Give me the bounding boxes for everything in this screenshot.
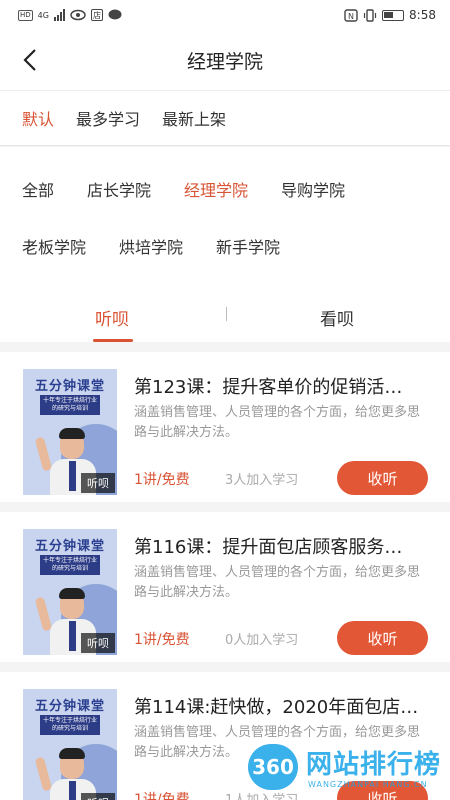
listen-button[interactable]: 收听	[337, 621, 428, 655]
status-bar: HD 4G 店 N 8:58	[0, 0, 450, 30]
site-watermark: 360 网站排行榜 WANGZHANPAI HANG.CN	[248, 740, 448, 800]
course-title: 第123课：提升客单价的促销活…	[134, 377, 403, 398]
course-cover-image: 五分钟课堂 十年专注于烘焙行业的研究与培训 听呗	[23, 689, 117, 800]
cover-tag: 听呗	[81, 793, 115, 800]
active-tab-indicator	[93, 339, 133, 342]
nfc-icon: N	[344, 8, 358, 22]
status-time: 8:58	[409, 8, 436, 22]
watermark-logo: 360	[248, 744, 298, 790]
network-label: 4G	[37, 10, 49, 20]
top-nav-bar: 经理学院	[0, 30, 450, 90]
battery-icon	[382, 9, 405, 21]
sort-tabs: 默认 最多学习 最新上架	[0, 90, 450, 146]
cover-tag: 听呗	[81, 473, 115, 493]
sort-newest[interactable]: 最新上架	[162, 106, 226, 130]
sort-default[interactable]: 默认	[22, 106, 54, 130]
course-price: 1讲/免费	[134, 632, 190, 648]
course-cover-image: 五分钟课堂 十年专注于烘焙行业的研究与培训 听呗	[23, 369, 117, 495]
category-owner[interactable]: 老板学院	[22, 234, 86, 258]
app-notification-icon: 店	[90, 9, 103, 21]
signal-icon	[53, 9, 65, 21]
svg-text:N: N	[348, 12, 354, 21]
course-title: 第116课：提升面包店顾客服务…	[134, 537, 403, 558]
category-filter: 全部 店长学院 经理学院 导购学院 老板学院 烘培学院 新手学院	[0, 147, 450, 297]
listen-button[interactable]: 收听	[337, 461, 428, 495]
message-icon	[108, 9, 122, 20]
course-price: 1讲/免费	[134, 792, 190, 800]
course-description: 涵盖销售管理、人员管理的各个方面，给您更多思路与此解决方法。	[134, 405, 421, 440]
category-all[interactable]: 全部	[22, 177, 54, 201]
page-title: 经理学院	[186, 51, 263, 73]
course-joined-count: 0人加入学习	[225, 633, 299, 648]
eye-icon	[70, 9, 86, 21]
tab-watch[interactable]: 看呗	[320, 305, 354, 330]
app-screen: HD 4G 店 N 8:58 经理学院 默认 最多学习 最新上架 全部 店长学院…	[0, 0, 450, 800]
sort-most-learned[interactable]: 最多学习	[76, 106, 140, 130]
course-card[interactable]: 五分钟课堂 十年专注于烘焙行业 的研究与培训 听呗 第116课：提升面包店顾客服务…	[0, 512, 450, 662]
course-cover-image: 五分钟课堂 十年专注于烘焙行业的研究与培训 听呗	[23, 529, 117, 655]
tab-divider	[226, 307, 227, 321]
category-beginner[interactable]: 新手学院	[216, 234, 280, 258]
course-title: 第114课:赶快做，2020年面包店…	[134, 697, 419, 718]
cover-tag: 听呗	[81, 633, 115, 653]
course-price: 1讲/免费	[134, 472, 190, 488]
hd-label: HD	[18, 9, 33, 21]
category-baking[interactable]: 烘培学院	[119, 234, 183, 258]
course-description: 涵盖销售管理、人员管理的各个方面，给您更多思路与此解决方法。	[134, 565, 421, 600]
course-joined-count: 3人加入学习	[225, 473, 299, 488]
watermark-subtext: WANGZHANPAI HANG.CN	[308, 780, 428, 789]
media-tabs: 听呗 看呗	[0, 297, 450, 342]
category-sales-guide[interactable]: 导购学院	[281, 177, 345, 201]
category-store-manager[interactable]: 店长学院	[87, 177, 151, 201]
vibrate-icon	[363, 8, 377, 22]
course-card[interactable]: 五分钟课堂 十年专注于烘焙行业 的研究与培训 听呗 第123课：提升客单价的促销活…	[0, 352, 450, 502]
tab-listen[interactable]: 听呗	[95, 305, 129, 330]
watermark-text: 网站排行榜	[306, 750, 442, 780]
category-manager[interactable]: 经理学院	[184, 177, 248, 201]
